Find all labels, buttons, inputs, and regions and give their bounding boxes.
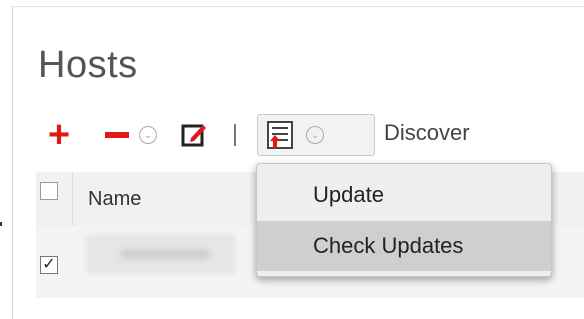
page-title: Hosts: [38, 44, 138, 86]
plus-icon: +: [47, 114, 71, 156]
remove-host-button[interactable]: [100, 118, 134, 152]
menu-item-update[interactable]: Update: [257, 170, 551, 220]
window-edge: [0, 222, 2, 226]
edit-host-button[interactable]: [179, 118, 209, 152]
column-divider: [72, 172, 73, 226]
redacted-host-name: [86, 234, 236, 274]
host-update-icon: [267, 121, 293, 149]
update-menu-button[interactable]: ⌄: [257, 114, 375, 156]
toolbar: + ⌄ ⌄ Discover: [42, 114, 562, 158]
add-host-button[interactable]: +: [42, 114, 76, 156]
select-all-checkbox[interactable]: [40, 182, 58, 200]
minus-icon: [105, 132, 129, 138]
update-dropdown-menu: Update Check Updates: [256, 163, 552, 277]
column-header-name[interactable]: Name: [88, 188, 141, 211]
menu-item-check-updates[interactable]: Check Updates: [257, 221, 551, 271]
row-checkbox[interactable]: ✓: [40, 256, 58, 274]
edit-icon: [181, 124, 206, 147]
toolbar-separator: [234, 124, 236, 146]
discover-button[interactable]: Discover: [384, 120, 470, 146]
chevron-down-icon: ⌄: [306, 126, 324, 144]
chevron-down-icon[interactable]: ⌄: [139, 126, 157, 144]
